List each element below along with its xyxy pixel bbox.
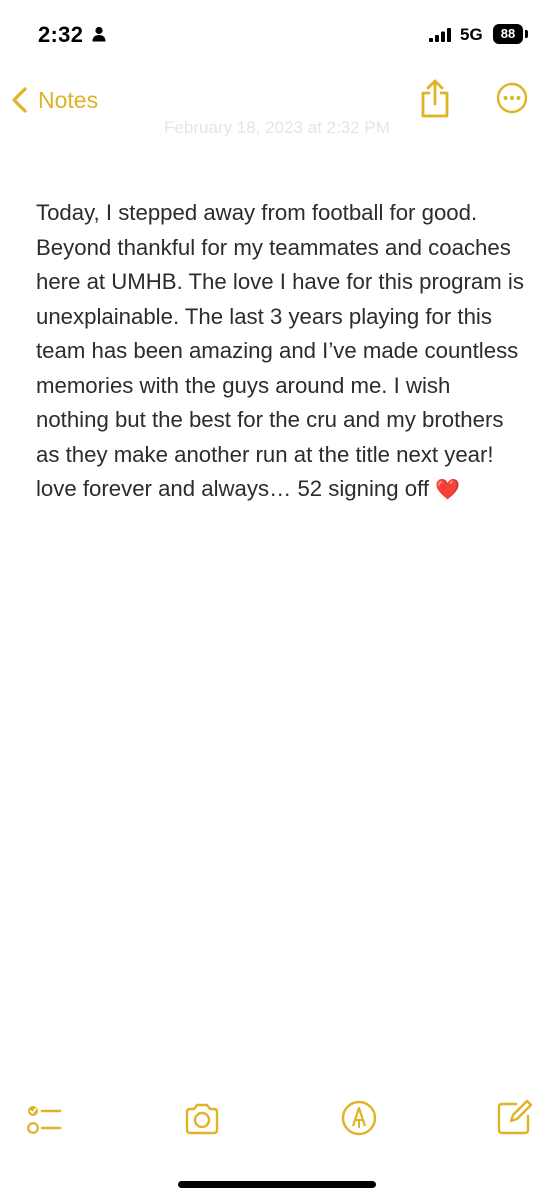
back-label: Notes — [38, 86, 99, 113]
home-indicator — [178, 1181, 376, 1188]
checklist-button[interactable] — [24, 1098, 64, 1138]
checklist-icon — [27, 1106, 62, 1134]
bottom-toolbar — [0, 1098, 554, 1148]
note-date: February 18, 2023 at 2:32 PM — [164, 118, 390, 137]
markup-pen-icon — [341, 1100, 377, 1136]
chevron-left-icon — [12, 87, 27, 113]
status-bar: 2:32 5G 88 — [0, 0, 554, 70]
status-time: 2:32 — [38, 22, 84, 47]
cellular-signal-icon — [429, 28, 451, 42]
battery-indicator: 88 — [493, 24, 523, 44]
markup-button[interactable] — [339, 1098, 379, 1138]
camera-icon — [185, 1103, 219, 1135]
network-label: 5G — [460, 25, 483, 44]
compose-icon — [497, 1099, 533, 1135]
heart-emoji: ❤️ — [435, 479, 461, 501]
back-button[interactable]: Notes — [10, 80, 98, 120]
battery-cap — [525, 30, 528, 38]
camera-button[interactable] — [182, 1098, 222, 1138]
person-fill-icon — [92, 26, 106, 42]
compose-button[interactable] — [494, 1098, 534, 1138]
ellipsis-circle-icon[interactable] — [496, 82, 528, 114]
note-body[interactable]: Today, I stepped away from football for … — [36, 196, 526, 508]
share-icon[interactable] — [417, 78, 453, 120]
note-text: Today, I stepped away from football for … — [36, 200, 524, 501]
